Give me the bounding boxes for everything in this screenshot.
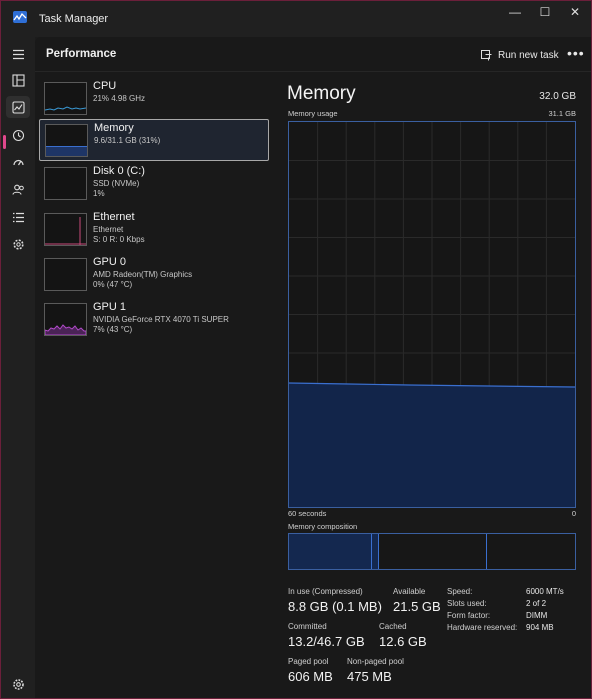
resource-disk[interactable]: Disk 0 (C:) SSD (NVMe) 1% [39, 163, 267, 203]
resource-detail-2: 1% [93, 189, 105, 198]
resource-detail: Ethernet [93, 225, 124, 234]
disk-thumbnail-graph [44, 167, 87, 200]
hardware-reserved-label: Hardware reserved: [447, 623, 518, 632]
nav-services[interactable] [6, 233, 30, 255]
nav-details[interactable] [6, 206, 30, 228]
resource-detail: NVIDIA GeForce RTX 4070 Ti SUPER [93, 315, 229, 324]
cpu-thumbnail-graph [44, 82, 87, 115]
non-paged-pool-label: Non-paged pool [347, 657, 404, 666]
slots-used-label: Slots used: [447, 599, 487, 608]
memory-usage-area [289, 383, 575, 507]
close-button[interactable]: ✕ [561, 1, 589, 25]
page-title: Performance [46, 48, 117, 60]
more-options-button[interactable]: ••• [567, 45, 585, 61]
task-manager-window: Task Manager — ☐ ✕ Performance Run new t… [0, 0, 592, 699]
resource-cpu[interactable]: CPU 21% 4.98 GHz [39, 78, 267, 118]
hardware-reserved-value: 904 MB [526, 623, 554, 632]
window-title: Task Manager [39, 13, 109, 25]
nav-startup-apps[interactable] [6, 151, 30, 173]
run-new-task-label: Run new task [498, 49, 559, 61]
title-bar: Task Manager — ☐ ✕ [1, 1, 591, 37]
services-icon [12, 238, 24, 250]
graph-time-right: 0 [571, 509, 576, 518]
resource-name: Disk 0 (C:) [93, 165, 145, 177]
composition-in-use [289, 534, 372, 569]
cached-label: Cached [379, 622, 407, 631]
memory-composition-label: Memory composition [288, 522, 358, 531]
gpu1-thumbnail-graph [44, 303, 87, 336]
nav-app-history[interactable] [6, 124, 30, 146]
composition-modified [372, 534, 379, 569]
form-factor-value: DIMM [526, 611, 548, 620]
memory-thumbnail-graph [45, 124, 88, 157]
speed-label: Speed: [447, 587, 473, 596]
gpu0-thumbnail-graph [44, 258, 87, 291]
resource-detail-2: S: 0 R: 0 Kbps [93, 235, 145, 244]
speed-value: 6000 MT/s [526, 587, 564, 596]
memory-thumbnail-fill [46, 146, 87, 156]
hamburger-icon [12, 49, 24, 59]
resource-detail-2: 0% (47 °C) [93, 280, 133, 289]
header-divider [35, 71, 591, 72]
resource-detail: SSD (NVMe) [93, 179, 140, 188]
committed-value: 13.2/46.7 GB [288, 634, 365, 649]
nav-performance[interactable] [6, 96, 30, 118]
memory-usage-graph [288, 121, 576, 508]
resource-detail-2: 7% (43 °C) [93, 325, 133, 334]
processes-icon [11, 73, 25, 87]
in-use-label: In use (Compressed) [288, 587, 363, 596]
task-manager-app-icon [13, 11, 27, 23]
run-new-task-button[interactable]: Run new task [481, 47, 559, 63]
paged-pool-value: 606 MB [288, 669, 333, 684]
resource-detail: 9.6/31.1 GB (31%) [94, 136, 161, 145]
performance-page: Performance Run new task ••• CPU 21% 4.9… [35, 37, 591, 698]
memory-composition-bar [288, 533, 576, 570]
composition-free [487, 534, 575, 569]
maximize-button[interactable]: ☐ [531, 1, 559, 25]
navigation-rail [1, 37, 35, 698]
nav-processes[interactable] [6, 69, 30, 91]
resource-ethernet[interactable]: Ethernet Ethernet S: 0 R: 0 Kbps [39, 209, 267, 249]
non-paged-pool-value: 475 MB [347, 669, 392, 684]
slots-used-value: 2 of 2 [526, 599, 547, 608]
available-value: 21.5 GB [393, 599, 441, 614]
run-task-icon [481, 49, 492, 60]
memory-total: 32.0 GB [539, 91, 576, 102]
composition-standby [379, 534, 487, 569]
startup-icon [12, 159, 24, 165]
memory-usage-max: 31.1 GB [548, 109, 576, 118]
resource-name: GPU 0 [93, 256, 127, 268]
nav-users[interactable] [6, 178, 30, 200]
graph-time-left: 60 seconds [288, 509, 327, 518]
memory-usage-label: Memory usage [288, 109, 338, 118]
resource-memory[interactable]: Memory 9.6/31.1 GB (31%) [39, 119, 269, 161]
resource-detail: 21% 4.98 GHz [93, 94, 146, 103]
minimize-button[interactable]: — [501, 1, 529, 25]
cached-value: 12.6 GB [379, 634, 427, 649]
resource-detail: AMD Radeon(TM) Graphics [93, 270, 193, 279]
resource-name: Memory [94, 122, 134, 134]
hamburger-menu-button[interactable] [6, 43, 30, 65]
details-icon [12, 212, 24, 222]
committed-label: Committed [288, 622, 327, 631]
resource-name: GPU 1 [93, 301, 127, 313]
resource-gpu1[interactable]: GPU 1 NVIDIA GeForce RTX 4070 Ti SUPER 7… [39, 299, 267, 339]
paged-pool-label: Paged pool [288, 657, 329, 666]
resource-name: Ethernet [93, 211, 135, 223]
resource-name: CPU [93, 80, 117, 92]
in-use-value: 8.8 GB (0.1 MB) [288, 599, 382, 614]
available-label: Available [393, 587, 426, 596]
form-factor-label: Form factor: [447, 611, 491, 620]
app-history-icon [12, 129, 24, 141]
nav-settings[interactable] [6, 673, 30, 695]
ethernet-thumbnail-graph [44, 213, 87, 246]
settings-icon [12, 678, 24, 690]
resource-gpu0[interactable]: GPU 0 AMD Radeon(TM) Graphics 0% (47 °C) [39, 254, 267, 294]
performance-icon [11, 100, 25, 114]
users-icon [11, 184, 24, 195]
detail-title: Memory [287, 83, 356, 104]
